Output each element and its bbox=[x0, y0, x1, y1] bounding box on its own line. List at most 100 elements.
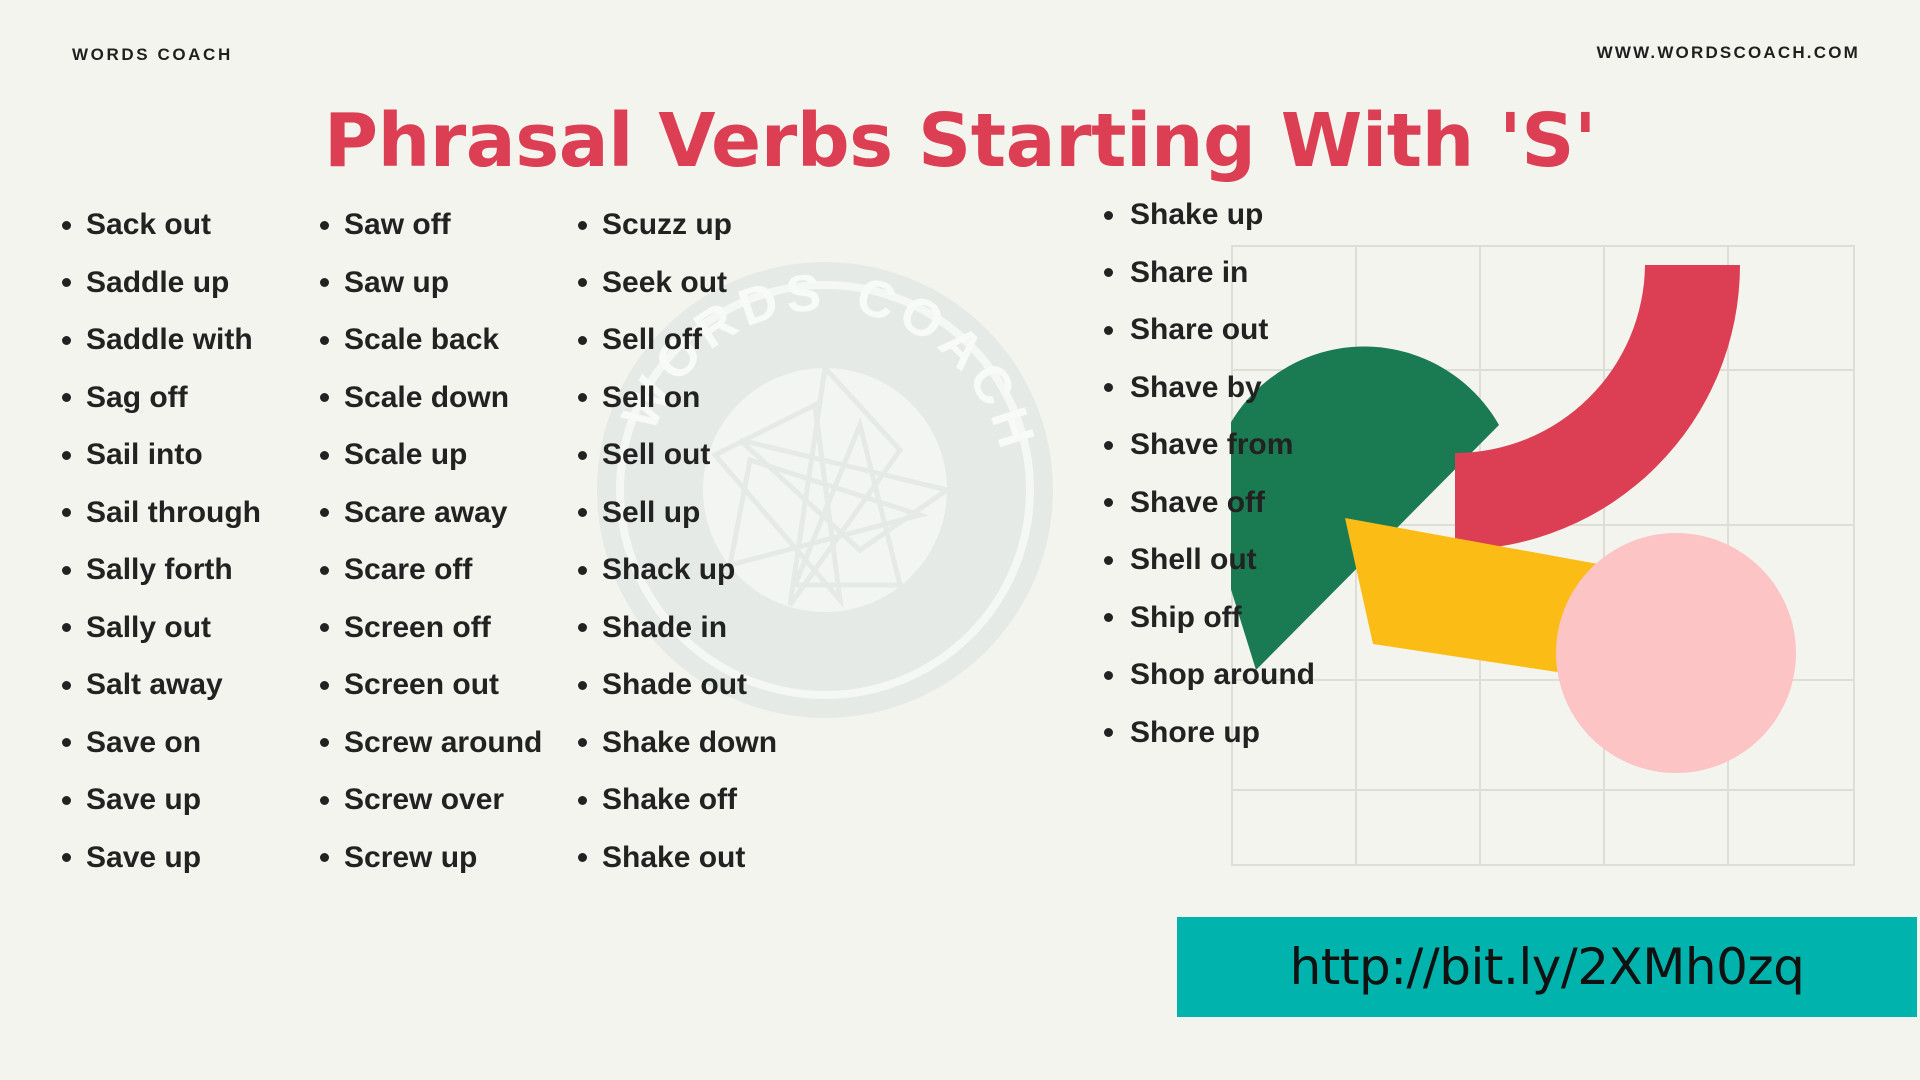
list-item: Save up bbox=[50, 771, 308, 829]
list-item-label: Saw off bbox=[344, 208, 451, 241]
bullet-icon bbox=[578, 278, 587, 288]
list-item: Scare away bbox=[308, 484, 566, 542]
bullet-icon bbox=[578, 623, 587, 633]
list-item-label: Saddle up bbox=[86, 265, 230, 299]
list-item: Sell off bbox=[566, 311, 822, 369]
bullet-icon bbox=[62, 680, 71, 690]
list-item-label: Sag off bbox=[86, 380, 188, 414]
list-item: Scale back bbox=[308, 311, 566, 369]
site-url-label: WWW.WORDSCOACH.COM bbox=[1596, 43, 1860, 62]
list-item: Scare off bbox=[308, 541, 566, 599]
list-item: Screen off bbox=[308, 599, 566, 657]
bullet-icon bbox=[62, 795, 71, 805]
bullet-icon bbox=[320, 450, 329, 460]
word-columns: Sack out Saddle up Saddle with Sag off Sail … bbox=[50, 196, 1090, 886]
list-item-label: Shade out bbox=[602, 668, 748, 701]
list-item: Sack out bbox=[50, 196, 308, 254]
url-banner[interactable]: http://bit.ly/2XMh0zq bbox=[1177, 917, 1917, 1017]
list-item: Saddle with bbox=[50, 311, 308, 369]
page-title: Phrasal Verbs Starting With 'S' bbox=[323, 97, 1597, 184]
list-item: Ship off bbox=[1090, 589, 1420, 647]
bullet-icon bbox=[62, 278, 71, 288]
list-item-label: Ship off bbox=[1130, 600, 1242, 634]
bullet-icon bbox=[62, 220, 71, 230]
bullet-icon bbox=[1104, 325, 1113, 335]
list-item: Shave off bbox=[1090, 474, 1420, 532]
bullet-icon bbox=[320, 278, 329, 288]
list-item: Shave from bbox=[1090, 416, 1420, 474]
list-item-label: Share in bbox=[1130, 255, 1249, 289]
bullet-icon bbox=[62, 623, 71, 633]
list-item-label: Sail into bbox=[86, 438, 203, 471]
word-column-4: Shake up Share in Share out Shave by Shave f… bbox=[1090, 186, 1420, 761]
list-item: Scale up bbox=[308, 426, 566, 484]
bullet-icon bbox=[1104, 670, 1113, 680]
list-item-label: Shake out bbox=[602, 840, 746, 874]
list-item: Shade out bbox=[566, 656, 822, 714]
list-item-label: Screw up bbox=[344, 840, 478, 874]
bullet-icon bbox=[62, 393, 71, 403]
list-item-label: Scale down bbox=[344, 380, 510, 414]
bullet-icon bbox=[62, 565, 71, 575]
list-item: Sell on bbox=[566, 369, 822, 427]
list-item-label: Save on bbox=[86, 725, 202, 759]
list-item: Sail through bbox=[50, 484, 308, 542]
list-item-label: Sally out bbox=[86, 610, 212, 644]
list-item: Screw over bbox=[308, 771, 566, 829]
list-item: Sail into bbox=[50, 426, 308, 484]
list-item: Saw off bbox=[308, 196, 566, 254]
bullet-icon bbox=[578, 393, 587, 403]
bullet-icon bbox=[1104, 498, 1113, 508]
word-column-1: Sack out Saddle up Saddle with Sag off Sail … bbox=[50, 196, 308, 886]
bullet-icon bbox=[578, 335, 587, 345]
list-item-label: Screw around bbox=[344, 725, 543, 759]
bullet-icon bbox=[62, 335, 71, 345]
list-item-label: Screen off bbox=[344, 610, 491, 644]
list-item: Shake down bbox=[566, 714, 822, 772]
word-column-3: Scuzz up Seek out Sell off Sell on Sell out S… bbox=[566, 196, 822, 886]
pink-circle-shape bbox=[1556, 533, 1796, 773]
list-item-label: Shave by bbox=[1130, 370, 1262, 404]
list-item: Sally out bbox=[50, 599, 308, 657]
bullet-icon bbox=[320, 220, 329, 230]
list-item-label: Shade in bbox=[602, 610, 728, 644]
list-item-label: Shell out bbox=[1130, 543, 1257, 576]
bullet-icon bbox=[578, 680, 587, 690]
list-item-label: Sell on bbox=[602, 380, 701, 414]
list-item: Sally forth bbox=[50, 541, 308, 599]
bullet-icon bbox=[1104, 268, 1113, 278]
bullet-icon bbox=[320, 335, 329, 345]
list-item-label: Scale back bbox=[344, 323, 500, 356]
list-item-label: Shop around bbox=[1130, 658, 1315, 691]
bullet-icon bbox=[1104, 555, 1113, 565]
list-item: Scuzz up bbox=[566, 196, 822, 254]
list-item: Scale down bbox=[308, 369, 566, 427]
word-column-4-wrapper: Shake up Share in Share out Shave by Shave f… bbox=[1090, 186, 1420, 761]
bullet-icon bbox=[1104, 728, 1113, 738]
list-item: Save up bbox=[50, 829, 308, 887]
list-item: Save on bbox=[50, 714, 308, 772]
list-item: Shake off bbox=[566, 771, 822, 829]
bullet-icon bbox=[1104, 210, 1113, 220]
list-item: Seek out bbox=[566, 254, 822, 312]
bullet-icon bbox=[1104, 440, 1113, 450]
list-item: Shore up bbox=[1090, 704, 1420, 762]
list-item-label: Shack up bbox=[602, 553, 736, 586]
list-item-label: Save up bbox=[86, 840, 202, 874]
bullet-icon bbox=[1104, 383, 1113, 393]
list-item-label: Save up bbox=[86, 783, 202, 816]
list-item: Saddle up bbox=[50, 254, 308, 312]
list-item-label: Screen out bbox=[344, 668, 500, 701]
list-item-label: Shave from bbox=[1130, 428, 1294, 461]
bullet-icon bbox=[578, 220, 587, 230]
word-column-2: Saw off Saw up Scale back Scale down Scale u… bbox=[308, 196, 566, 886]
bullet-icon bbox=[62, 738, 71, 748]
bullet-icon bbox=[320, 508, 329, 518]
list-item: Shade in bbox=[566, 599, 822, 657]
bullet-icon bbox=[320, 393, 329, 403]
bullet-icon bbox=[1104, 613, 1113, 623]
bullet-icon bbox=[62, 508, 71, 518]
bullet-icon bbox=[578, 738, 587, 748]
list-item-label: Salt away bbox=[86, 668, 223, 701]
bullet-icon bbox=[578, 565, 587, 575]
